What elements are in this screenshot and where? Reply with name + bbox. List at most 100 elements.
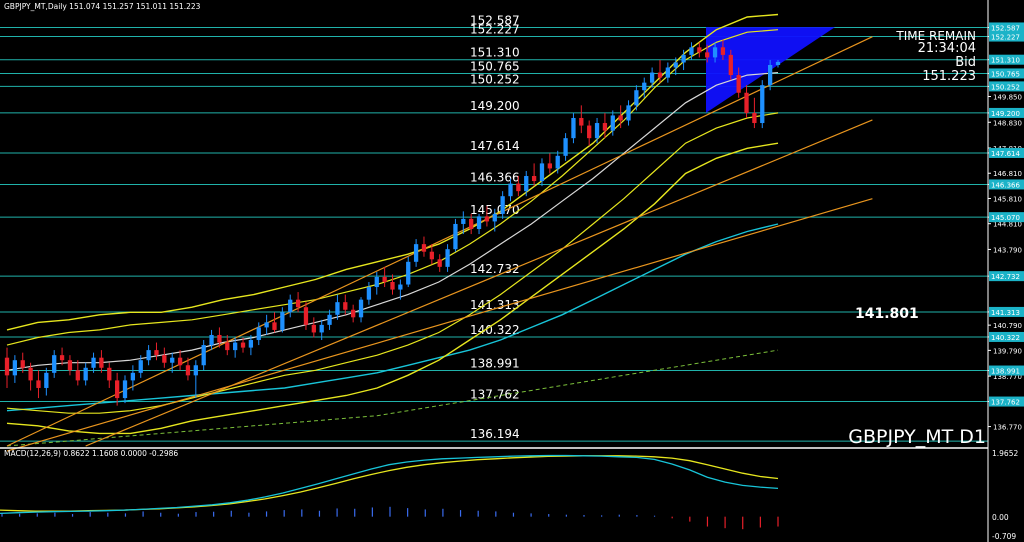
symbol-timeframe-label: GBPJPY_MT D1 [848,426,986,448]
candle-body [209,334,214,346]
level-price-tag-label: 146.366 [991,181,1020,189]
candle-body [752,112,757,124]
candle-body [602,123,608,131]
level-price-tag-label: 150.252 [991,83,1020,91]
axis-tick-label: 140.790 [993,322,1022,330]
candle-body [319,324,324,333]
big-level-label: 141.801 [855,306,919,322]
candle-body [712,47,718,58]
candle-body [248,340,254,348]
macd-axis-zero: 0.00 [992,513,1009,522]
candle-body [673,62,678,68]
bid-value: 151.223 [922,69,976,84]
candle-body [99,357,104,368]
candle-body [146,350,151,361]
candle-body [107,367,112,381]
candle-body [484,216,490,222]
candle-body [516,183,521,192]
candle-body [398,284,403,290]
candle-body [351,309,356,318]
candle-body [256,327,261,341]
chart-header: GBPJPY_MT,Daily 151.074 151.257 151.011 … [4,2,201,11]
candle-body [343,302,348,310]
candle-body [59,355,65,361]
axis-tick-label: 148.830 [993,119,1022,127]
candle-body [311,324,316,333]
candle-body [610,115,615,131]
candle-body [767,64,773,86]
level-price-tag-label: 150.765 [991,70,1020,78]
axis-tick-label: 139.790 [993,347,1022,355]
candle-body [492,213,497,222]
candle-body [303,307,309,325]
candle-body [358,299,364,318]
candle-body [705,52,710,58]
candle-body [280,312,285,330]
level-label: 150.252 [470,72,520,86]
candle-body [177,357,183,366]
candle-body [44,372,49,388]
level-label: 152.227 [470,23,520,37]
candle-body [657,72,663,78]
axis-tick-label: 143.790 [993,246,1022,254]
level-label: 149.200 [470,99,520,113]
candle-body [469,218,474,229]
candle-body [594,123,600,139]
candle-body [154,350,159,356]
level-label: 151.310 [470,46,520,60]
macd-label: MACD(12,26,9) 0.8622 1.1608 0.0000 -0.29… [4,449,178,458]
level-price-tag-label: 152.587 [991,24,1020,32]
macd-axis-top: 1.9652 [992,449,1018,458]
candle-body [775,61,781,65]
level-label: 138.991 [470,357,520,371]
level-price-tag-label: 137.762 [991,399,1020,407]
candle-body [288,299,293,313]
candle-body [170,357,175,363]
level-price-tag-label: 138.991 [991,368,1020,376]
candle-body [240,342,246,348]
candle-body [327,314,332,325]
level-price-tag-label: 149.200 [991,110,1020,118]
time-remain-value: 21:34:04 [918,41,976,56]
candle-body [4,357,10,376]
level-price-tag-label: 142.732 [991,273,1020,281]
candle-body [744,92,749,113]
candle-body [201,345,206,366]
candle-body [406,261,411,285]
candle-body [390,281,395,290]
candle-body [563,138,568,156]
candle-body [476,216,482,229]
candle-body [626,105,631,121]
candle-body [760,85,765,124]
candle-body [122,380,128,399]
candle-body [437,259,442,267]
candle-body [634,90,639,106]
candle-body [453,223,458,250]
candle-body [162,355,167,363]
level-price-tag-label: 141.313 [991,309,1020,317]
candle-body [67,360,73,371]
candle-body [193,365,198,376]
level-price-tag-label: 147.614 [991,150,1020,158]
candle-body [500,196,505,214]
candle-body [295,299,301,308]
candle-body [225,342,230,351]
axis-tick-label: 145.810 [993,195,1022,203]
level-label: 136.194 [470,427,520,441]
candle-body [555,155,560,169]
bid-label: Bid [955,55,976,70]
candle-body [264,322,269,328]
candle-body [138,360,143,373]
candle-body [508,183,513,197]
candle-body [36,380,41,388]
candle-body [649,72,655,83]
candle-body [413,244,419,262]
candle-body [91,357,96,368]
candle-body [217,334,222,343]
candle-body [720,47,726,55]
candle-body [233,342,238,351]
candle-body [445,249,450,267]
candle-body [618,115,623,121]
price-chart[interactable]: 152.587 152.227 151.310 150.765 150.252 149.2… [0,0,1024,542]
candle-body [115,380,120,399]
